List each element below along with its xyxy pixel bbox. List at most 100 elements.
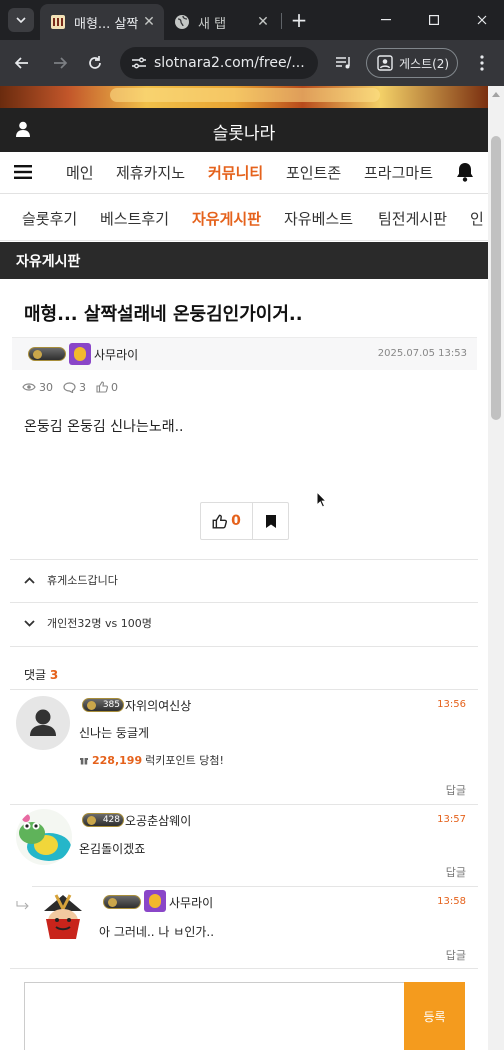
subnav-item-slot-review[interactable]: 슬롯후기 — [22, 208, 77, 229]
comment-count-value: 3 — [79, 380, 86, 394]
level-badge — [28, 347, 66, 361]
notification-button[interactable] — [456, 162, 474, 182]
view-count-value: 30 — [39, 380, 53, 394]
address-bar[interactable]: slotnara2.com/free/... — [120, 47, 318, 79]
nav-item-community[interactable]: 커뮤니티 — [208, 162, 263, 183]
tab-search-button[interactable] — [8, 8, 34, 32]
comment-avatar[interactable] — [36, 891, 90, 945]
author-avatar[interactable] — [69, 343, 91, 365]
reload-icon — [89, 56, 101, 69]
reload-button[interactable] — [83, 51, 107, 75]
browser-chrome: 매형... 살짝 ✕ 새 탭 ✕ + slotnara2.com/free/..… — [0, 0, 504, 86]
reply-arrow-icon — [16, 901, 29, 910]
next-post-link[interactable]: 개인전32명 vs 100명 — [24, 615, 152, 631]
reply-button[interactable]: 답글 — [446, 947, 466, 963]
subnav-item-more[interactable]: 인 — [470, 208, 484, 229]
reply-button[interactable]: 답글 — [446, 782, 466, 798]
site-info-button[interactable] — [124, 47, 154, 79]
maximize-button[interactable] — [422, 8, 446, 32]
profile-button[interactable]: 게스트(2) — [366, 48, 458, 78]
tune-icon — [132, 57, 146, 69]
page-viewport: 슬롯나라 메인 제휴카지노 커뮤니티 포인트존 프라그마트 슬롯후기 베스트후기… — [0, 86, 488, 1050]
nav-item-point-zone[interactable]: 포인트존 — [286, 162, 341, 183]
chevron-down-icon — [24, 619, 35, 627]
tab-title: 매형... 살짝 — [74, 16, 139, 32]
lucky-point-text: 럭키포인트 당첨! — [145, 754, 224, 767]
comment-textarea[interactable] — [24, 982, 465, 1050]
eye-icon — [22, 383, 36, 391]
comment-avatar[interactable] — [16, 696, 70, 750]
comment-header: 댓글 3 — [24, 666, 58, 683]
scrollbar-thumb[interactable] — [491, 136, 501, 420]
prev-post-link[interactable]: 휴게소드갑니다 — [24, 572, 118, 588]
nav-item-partner-casino[interactable]: 제휴카지노 — [116, 162, 185, 183]
browser-menu-button[interactable] — [470, 51, 494, 75]
submit-comment-button[interactable]: 등록 — [404, 982, 465, 1050]
forward-button[interactable] — [48, 51, 72, 75]
samurai-avatar-icon — [44, 894, 82, 939]
thumbs-up-icon — [212, 514, 228, 528]
arrow-right-icon — [54, 57, 68, 69]
globe-icon — [175, 15, 189, 29]
level-badge: 428 — [82, 813, 124, 827]
like-count: 0 — [96, 381, 118, 394]
post-author[interactable]: 사무라이 — [94, 346, 138, 363]
tab-new[interactable]: 새 탭 ✕ — [166, 4, 278, 40]
post-date: 2025.07.05 13:53 — [377, 348, 467, 359]
divider — [10, 646, 478, 647]
reply-button[interactable]: 답글 — [446, 864, 466, 880]
vote-box: 0 — [200, 502, 289, 540]
subnav-item-best-review[interactable]: 베스트후기 — [100, 208, 169, 229]
subnav-item-team-board[interactable]: 팀전게시판 — [378, 208, 447, 229]
subnav-item-free-best[interactable]: 자유베스트 — [284, 208, 353, 229]
bookmark-icon — [266, 514, 276, 528]
site-favicon-icon — [51, 15, 65, 29]
board-title-bar: 자유게시판 — [0, 242, 488, 279]
post-body: 온둥김 온둥김 신나는노래.. — [24, 419, 184, 435]
lucky-point-amount: 228,199 — [92, 753, 143, 767]
comment-avatar[interactable] — [16, 809, 72, 865]
comment-count: 3 — [63, 381, 86, 394]
next-post-title: 개인전32명 vs 100명 — [47, 617, 152, 630]
tab-active[interactable]: 매형... 살짝 ✕ — [40, 4, 164, 40]
comment-author[interactable]: 자위의여신상 — [125, 697, 191, 714]
guest-profile-icon — [377, 55, 393, 71]
comment-item-reply: 사무라이 13:58 아 그러네.. 나 ㅂ인가.. 답글 — [0, 887, 488, 967]
minimize-button[interactable] — [374, 8, 398, 32]
main-nav: 메인 제휴카지노 커뮤니티 포인트존 프라그마트 — [0, 152, 488, 194]
hamburger-icon — [14, 165, 32, 179]
comment-author[interactable]: 오공춘삼웨이 — [125, 812, 191, 829]
post-title: 매형... 살짝설래네 온둥김인가이거.. — [24, 304, 303, 325]
menu-button[interactable] — [14, 165, 32, 179]
nav-item-main[interactable]: 메인 — [66, 162, 94, 183]
tab-close-icon[interactable]: ✕ — [140, 13, 158, 31]
divider — [10, 559, 478, 560]
tab-divider — [281, 13, 282, 29]
lucky-point-line: 228,199 럭키포인트 당첨! — [79, 752, 224, 768]
banner-logo-art — [110, 88, 380, 102]
comment-item: 385 자위의여신상 13:56 신나는 둥글게 228,199 럭키포인트 당… — [0, 690, 488, 804]
like-button[interactable]: 0 — [201, 503, 253, 539]
top-banner — [0, 86, 488, 108]
scroll-up-icon[interactable] — [492, 92, 500, 97]
new-tab-button[interactable]: + — [288, 10, 310, 32]
divider — [10, 602, 478, 603]
tab-close-icon-2[interactable]: ✕ — [254, 13, 272, 31]
back-button[interactable] — [10, 51, 34, 75]
site-header: 슬롯나라 — [0, 108, 488, 152]
tab-strip: 매형... 살짝 ✕ 새 탭 ✕ + — [0, 0, 504, 40]
bookmark-button[interactable] — [253, 503, 289, 539]
media-control-button[interactable] — [332, 51, 356, 75]
nav-item-pragmatic[interactable]: 프라그마트 — [364, 162, 433, 183]
page-scrollbar[interactable] — [488, 86, 504, 1050]
comment-text: 신나는 둥글게 — [79, 726, 150, 740]
comment-icon — [63, 381, 76, 393]
subnav-item-free-board[interactable]: 자유게시판 — [192, 208, 261, 229]
minimize-icon — [381, 19, 391, 21]
comment-author[interactable]: 사무라이 — [169, 894, 213, 911]
comment-header-label: 댓글 — [24, 668, 47, 682]
site-title[interactable]: 슬롯나라 — [0, 119, 488, 144]
close-window-button[interactable] — [470, 8, 494, 32]
gift-icon — [80, 758, 88, 765]
level-badge: 385 — [82, 698, 124, 712]
